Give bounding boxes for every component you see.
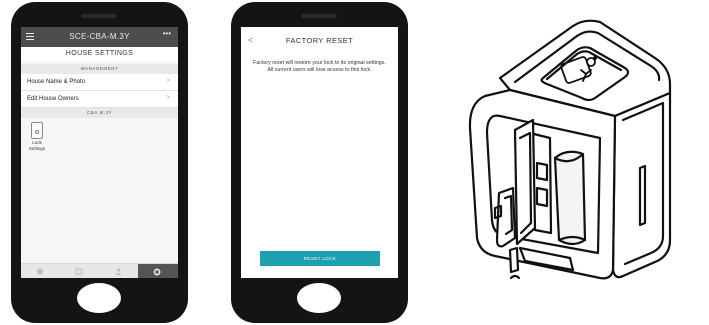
factory-reset-header: < FACTORY RESET — [241, 27, 398, 53]
app-top-bar: SCE-CBA-M.3Y ••• — [21, 27, 178, 47]
phone-speaker — [81, 14, 117, 18]
house-name-photo-row[interactable]: House Name & Photo > — [21, 74, 178, 91]
row-label: Edit House Owners — [27, 96, 79, 102]
chevron-right-icon: > — [166, 78, 170, 84]
phone-house-settings: SCE-CBA-M.3Y ••• HOUSE SETTINGS MANAGEME… — [11, 2, 188, 323]
home-icon — [37, 268, 43, 275]
section-header-management: MANAGEMENT — [21, 64, 178, 74]
phone-speaker — [301, 14, 337, 18]
users-icon — [115, 268, 122, 275]
lock-settings-label-line2: Settings — [28, 145, 46, 151]
edit-house-owners-row[interactable]: Edit House Owners > — [21, 91, 178, 108]
reset-lock-button[interactable]: RESET LOCK — [260, 251, 380, 266]
chevron-right-icon: > — [166, 95, 170, 101]
tab-settings[interactable] — [138, 264, 178, 278]
app-title: SCE-CBA-M.3Y — [69, 32, 130, 41]
history-icon — [75, 268, 83, 275]
house-settings-screen: SCE-CBA-M.3Y ••• HOUSE SETTINGS MANAGEME… — [21, 27, 178, 278]
factory-reset-screen: < FACTORY RESET Factory reset will resto… — [241, 27, 398, 278]
ellipsis-icon[interactable]: ••• — [163, 29, 171, 38]
lock-device-icon — [31, 122, 43, 139]
lock-settings-tile[interactable]: Lock Settings — [27, 122, 47, 156]
phone-home-button — [297, 283, 341, 313]
page-title: HOUSE SETTINGS — [21, 47, 178, 61]
phone-factory-reset: < FACTORY RESET Factory reset will resto… — [231, 2, 408, 323]
phone-home-button — [77, 283, 121, 313]
smart-lock-illustration — [468, 19, 672, 280]
tab-users[interactable] — [99, 264, 138, 278]
bottom-tab-bar — [21, 263, 178, 278]
lock-settings-label: Lock Settings — [27, 140, 47, 151]
section-header-lock: CBA.M.3Y — [21, 108, 178, 118]
page-title: FACTORY RESET — [285, 36, 354, 45]
tab-home[interactable] — [21, 264, 60, 278]
gear-icon — [153, 268, 161, 276]
factory-reset-message: Factory reset will restore your lock to … — [253, 60, 386, 73]
tab-history[interactable] — [60, 264, 99, 278]
row-label: House Name & Photo — [27, 79, 86, 85]
